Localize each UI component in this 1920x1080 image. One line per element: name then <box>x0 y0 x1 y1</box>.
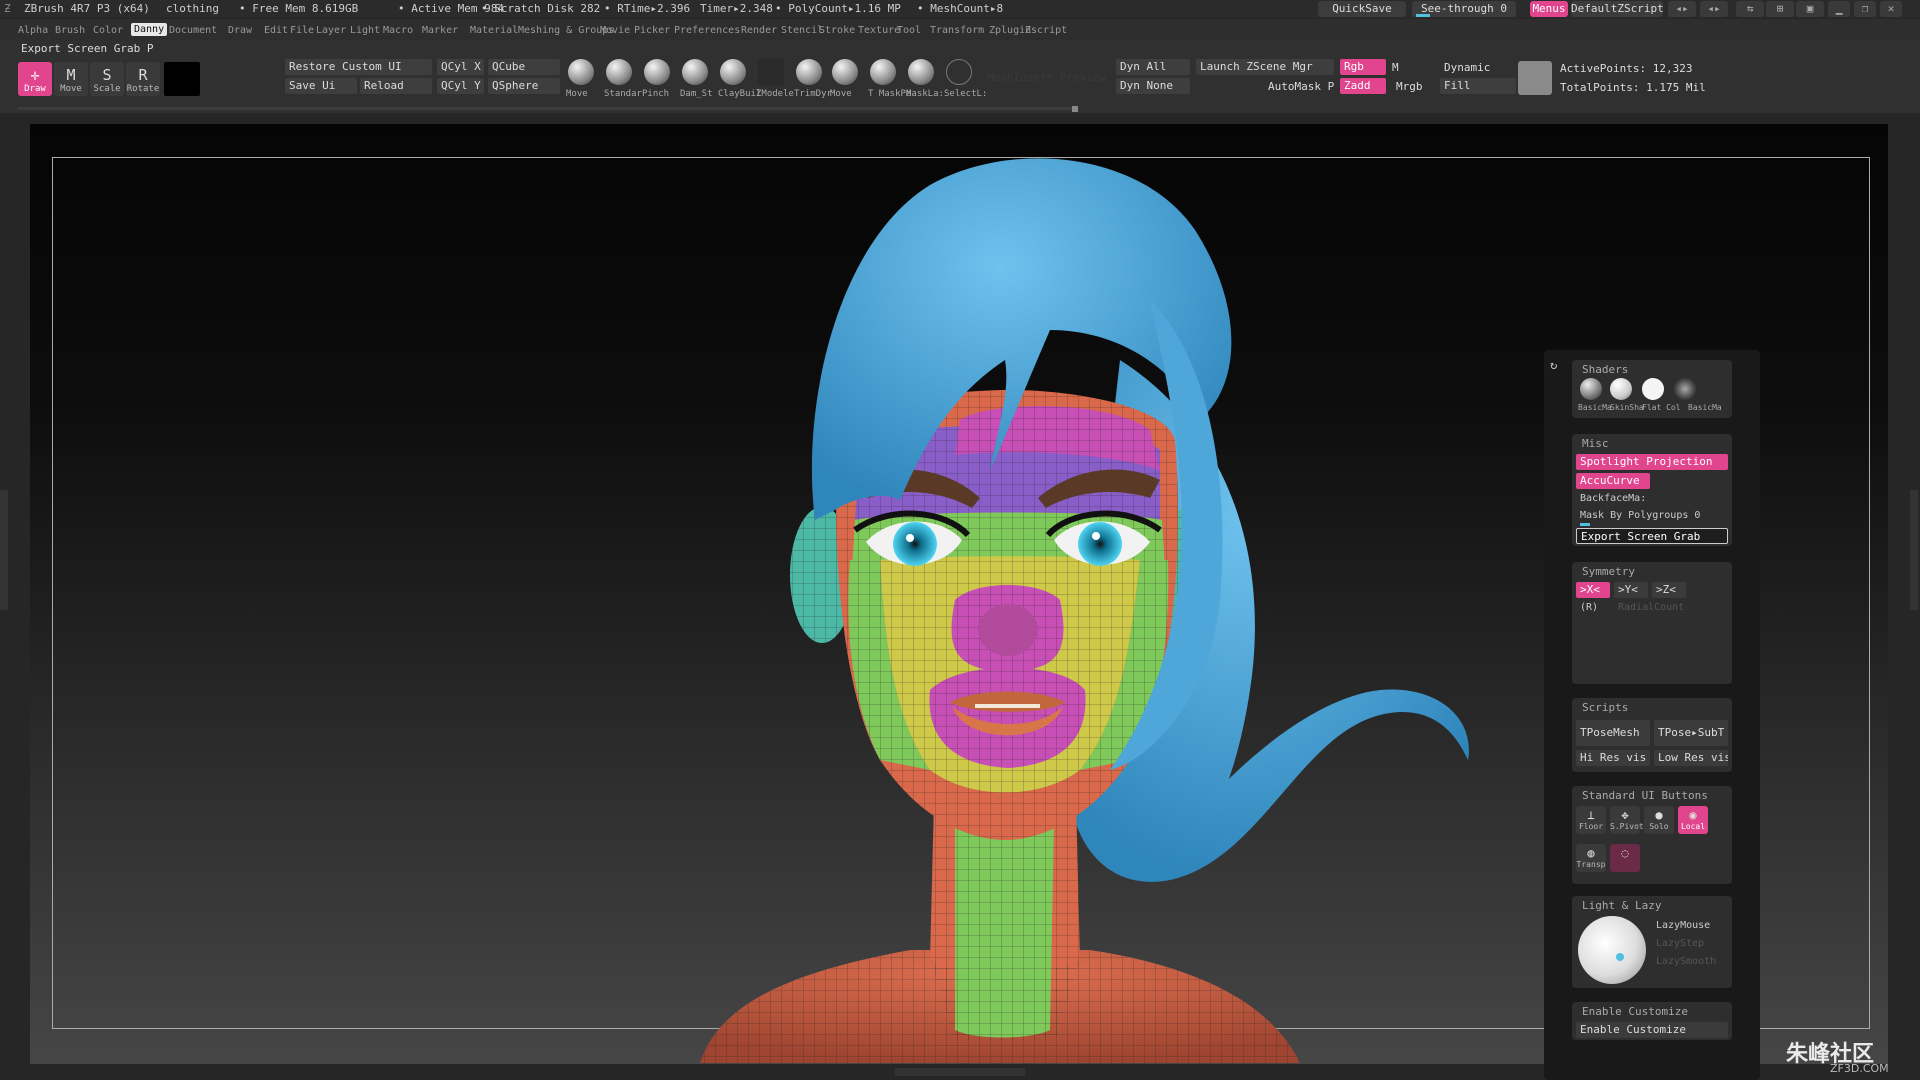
refresh-icon[interactable]: ↻ <box>1550 358 1557 372</box>
spotlight-projection-button[interactable]: Spotlight Projection <box>1576 454 1728 470</box>
transp-button[interactable]: ◍ Transp <box>1576 844 1606 872</box>
shaders-section: Shaders BasicMa SkinSha Flat Col BasicMa <box>1572 360 1732 418</box>
light-lazy-section: Light & Lazy LazyMouse LazyStep LazySmoo… <box>1572 896 1732 988</box>
floor-label: Floor <box>1578 822 1604 831</box>
floor-icon: ⊥ <box>1587 808 1595 822</box>
tpose-mesh-button[interactable]: TPoseMesh <box>1576 720 1650 746</box>
solo-icon: ● <box>1655 808 1663 822</box>
symmetry-x-button[interactable]: >X< <box>1576 582 1610 598</box>
nose <box>978 604 1038 656</box>
shader-skin-icon[interactable] <box>1610 378 1632 400</box>
shader-label-2: SkinSha <box>1610 403 1644 412</box>
symmetry-section: Symmetry >X< >Y< >Z< (R) RadialCount <box>1572 562 1732 684</box>
solo-button[interactable]: ● Solo <box>1644 806 1674 834</box>
lazymouse-button[interactable]: LazyMouse <box>1656 920 1710 931</box>
hi-res-vis-button[interactable]: Hi Res vis <box>1576 750 1650 766</box>
enable-customize-section: Enable Customize Enable Customize <box>1572 1002 1732 1040</box>
solo-label: Solo <box>1649 822 1669 831</box>
lazysmooth-slider[interactable]: LazySmooth <box>1656 956 1716 967</box>
radial-r-button[interactable]: (R) <box>1580 602 1598 613</box>
mask-by-polygroups-slider[interactable]: Mask By Polygroups 0 <box>1580 510 1700 521</box>
zbrush-window: Ƶ ZBrush 4R7 P3 (x64) clothing • Free Me… <box>0 0 1920 1080</box>
local-icon: ◉ <box>1689 808 1697 822</box>
misc-section: Misc Spotlight Projection AccuCurve Back… <box>1572 434 1732 546</box>
mask-slider-fill <box>1580 523 1590 526</box>
lazystep-slider[interactable]: LazyStep <box>1656 938 1704 949</box>
shader-label-3: Flat Col <box>1642 403 1681 412</box>
accucurve-button[interactable]: AccuCurve <box>1576 473 1650 489</box>
shader-flat-color-icon[interactable] <box>1642 378 1664 400</box>
local-label: Local <box>1680 822 1706 831</box>
spivot-label: S.Pivot <box>1610 822 1644 831</box>
symmetry-title: Symmetry <box>1582 565 1635 578</box>
transp-label: Transp <box>1576 860 1606 869</box>
scripts-section: Scripts TPoseMesh TPose▸SubT Hi Res vis … <box>1572 698 1732 772</box>
watermark-url: ZF3D.COM <box>1830 1062 1889 1075</box>
floor-button[interactable]: ⊥ Floor <box>1576 806 1606 834</box>
bottom-tray-handle[interactable] <box>895 1068 1025 1076</box>
transp-icon: ◍ <box>1587 846 1595 860</box>
light-lazy-title: Light & Lazy <box>1582 899 1662 912</box>
light-position-dot[interactable] <box>1616 953 1624 961</box>
local-button[interactable]: ◉ Local <box>1678 806 1708 834</box>
left-tray-handle[interactable] <box>0 490 8 610</box>
enable-customize-title: Enable Customize <box>1582 1005 1688 1018</box>
enable-customize-button[interactable]: Enable Customize <box>1576 1022 1728 1038</box>
spivot-button[interactable]: ✥ S.Pivot <box>1610 806 1644 834</box>
radial-count-slider[interactable]: RadialCount <box>1618 602 1684 613</box>
symmetry-y-button[interactable]: >Y< <box>1614 582 1648 598</box>
scripts-title: Scripts <box>1582 701 1629 714</box>
ghost-button[interactable]: ◌ <box>1610 844 1640 872</box>
misc-title: Misc <box>1582 437 1609 450</box>
low-res-vis-button[interactable]: Low Res vis <box>1654 750 1728 766</box>
shader-basic-material2-icon[interactable] <box>1674 378 1696 400</box>
export-screen-grab-button[interactable]: Export Screen Grab <box>1576 528 1728 544</box>
shader-basic-material-icon[interactable] <box>1580 378 1602 400</box>
spivot-icon: ✥ <box>1621 808 1629 822</box>
shaders-title: Shaders <box>1582 363 1629 376</box>
right-tray-handle[interactable] <box>1910 490 1918 610</box>
shader-label-1: BasicMa <box>1578 403 1612 412</box>
backface-mask-button[interactable]: BackfaceMa: <box>1580 493 1646 504</box>
symmetry-z-button[interactable]: >Z< <box>1652 582 1686 598</box>
tpose-subt-button[interactable]: TPose▸SubT <box>1654 720 1728 746</box>
shader-label-4: BasicMa <box>1688 403 1722 412</box>
light-sphere[interactable] <box>1578 916 1646 984</box>
standard-ui-section: Standard UI Buttons ⊥ Floor ✥ S.Pivot ● Sol… <box>1572 786 1732 884</box>
custom-menu-panel: ↻ Shaders BasicMa SkinSha Flat Col Basic… <box>1544 350 1760 1080</box>
standard-ui-title: Standard UI Buttons <box>1582 789 1708 802</box>
ghost-icon: ◌ <box>1621 846 1629 860</box>
